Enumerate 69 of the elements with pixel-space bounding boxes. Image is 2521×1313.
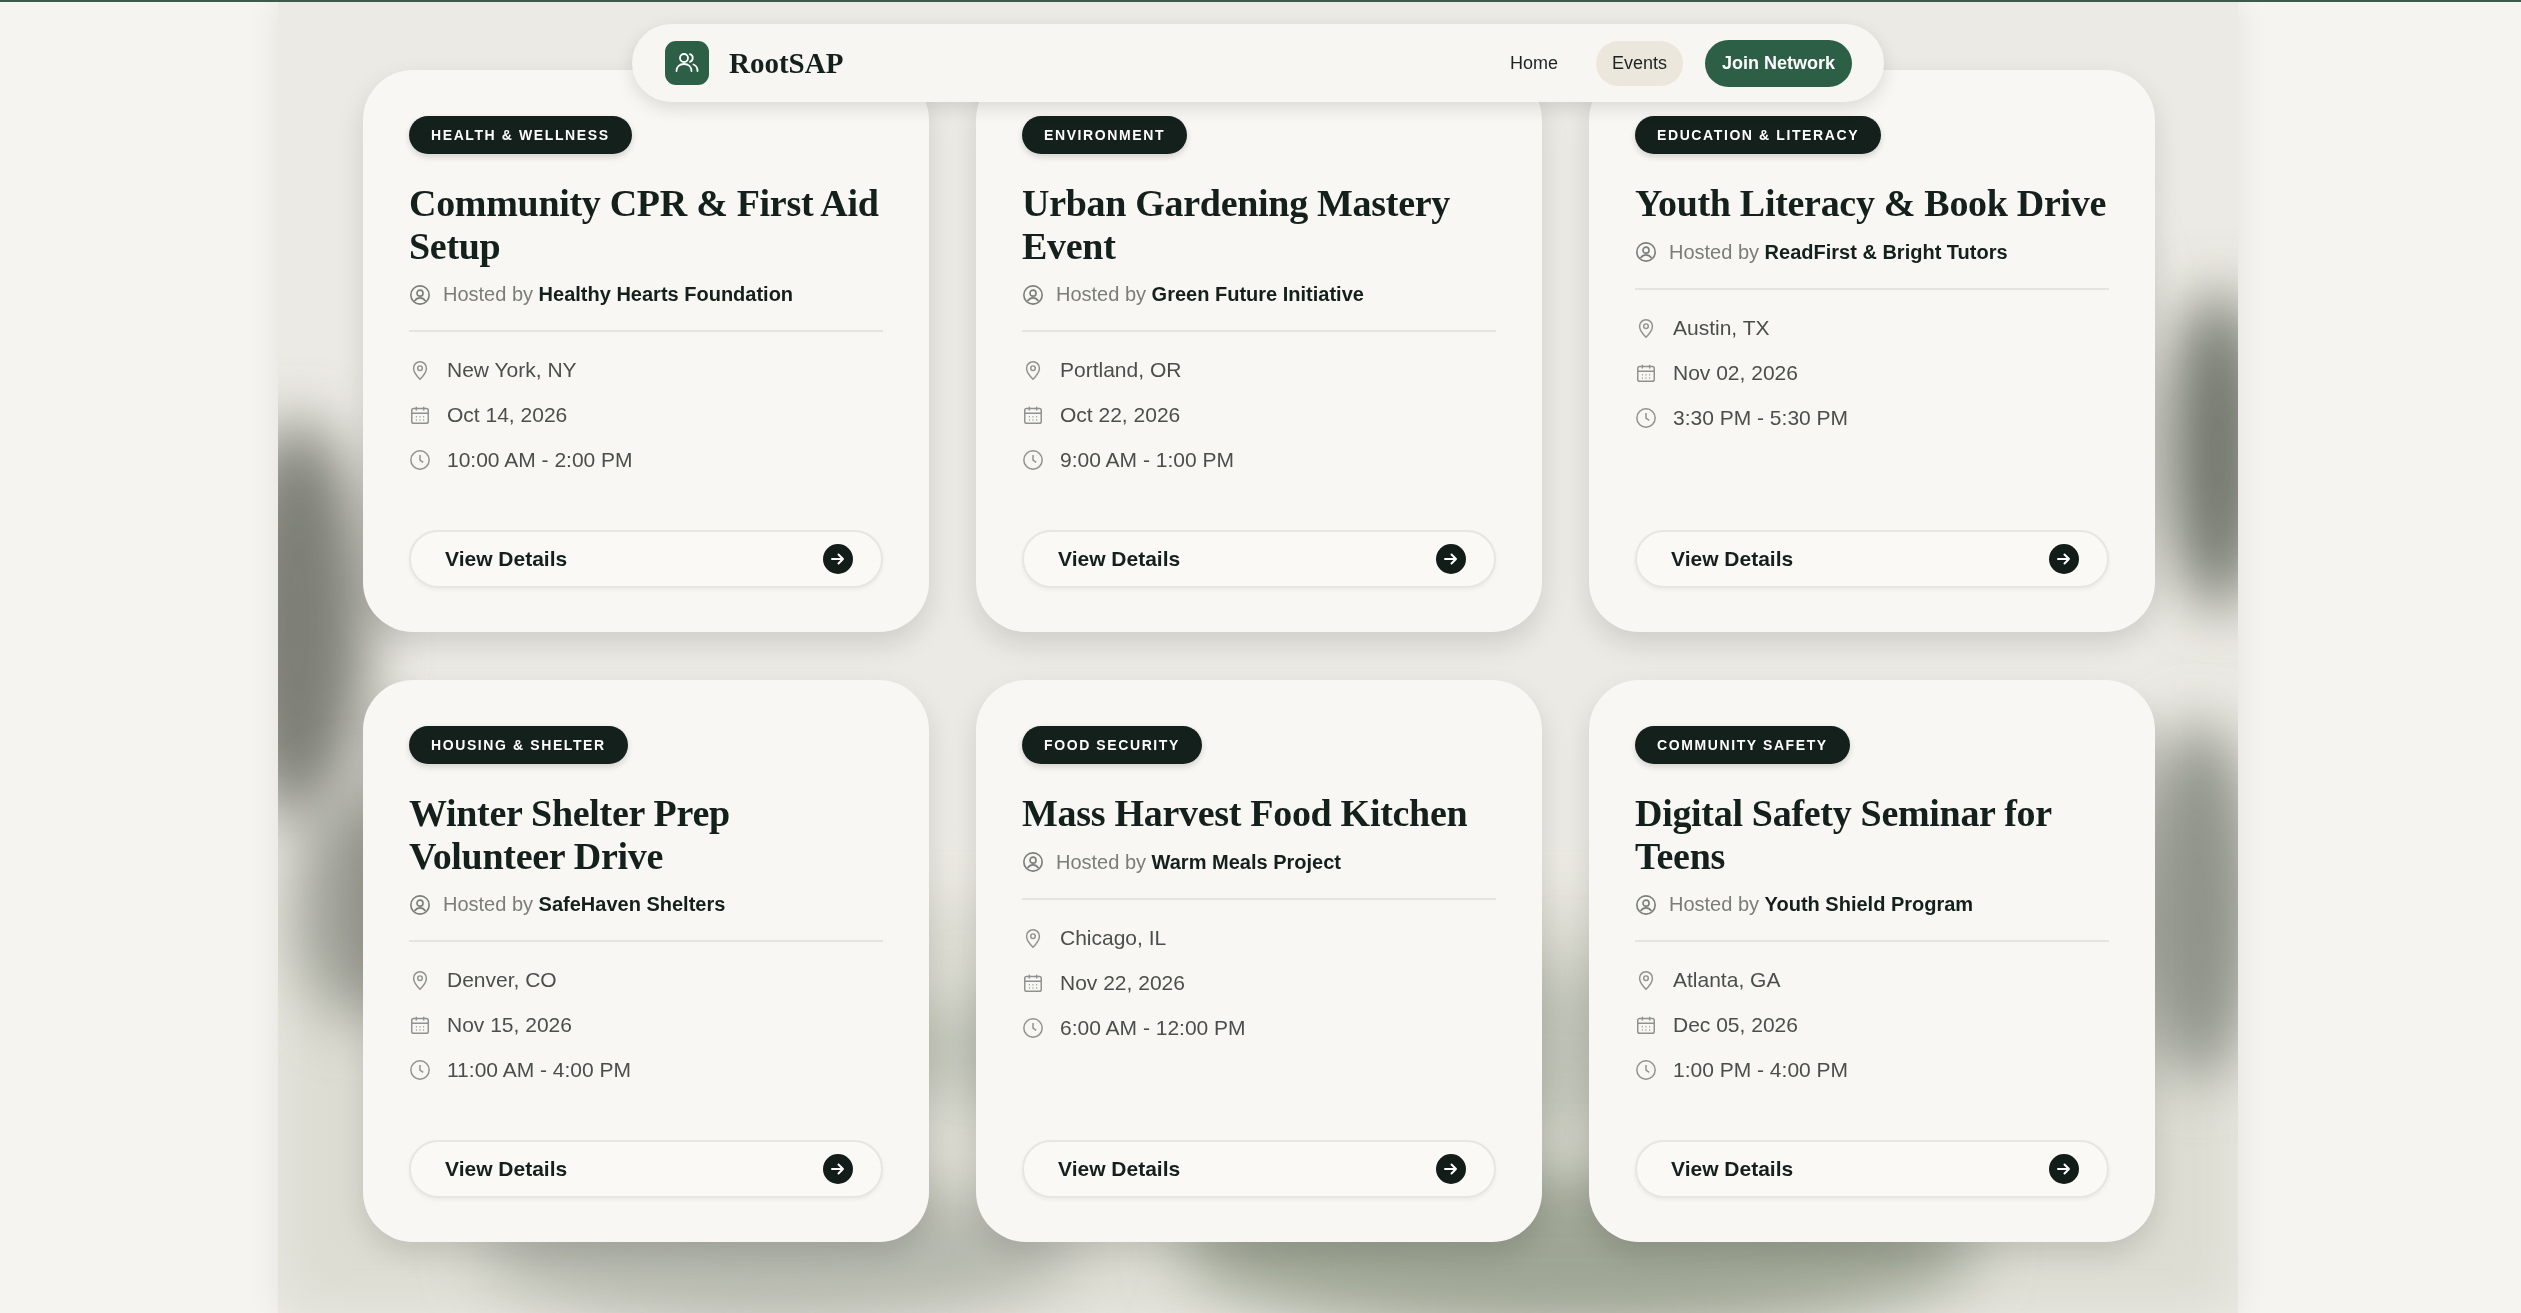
date-text: Oct 22, 2026 bbox=[1060, 403, 1181, 428]
calendar-icon bbox=[409, 1014, 431, 1037]
time-text: 6:00 AM - 12:00 PM bbox=[1060, 1015, 1246, 1040]
event-title: Digital Safety Seminar for Teens bbox=[1635, 792, 2053, 878]
time-text: 1:00 PM - 4:00 PM bbox=[1673, 1058, 1849, 1083]
category-tag: ENVIRONMENT bbox=[1022, 116, 1188, 154]
brand-name: RootSAP bbox=[729, 46, 844, 80]
location-text: Portland, OR bbox=[1060, 358, 1182, 383]
time-text: 3:30 PM - 5:30 PM bbox=[1673, 405, 1849, 430]
event-title: Mass Harvest Food Kitchen bbox=[1022, 792, 1468, 835]
view-details-button[interactable]: View Details bbox=[409, 530, 883, 589]
time-text: 11:00 AM - 4:00 PM bbox=[447, 1058, 632, 1083]
join-network-button[interactable]: Join Network bbox=[1704, 39, 1852, 87]
date-text: Nov 22, 2026 bbox=[1060, 970, 1185, 995]
nav-link[interactable]: Events bbox=[1595, 40, 1683, 86]
view-details-button[interactable]: View Details bbox=[1635, 1140, 2109, 1199]
user-icon bbox=[1635, 893, 1657, 916]
calendar-icon bbox=[409, 404, 431, 427]
host-text: Hosted by Youth Shield Program bbox=[1669, 893, 1974, 917]
location-text: New York, NY bbox=[447, 358, 577, 383]
date-text: Dec 05, 2026 bbox=[1673, 1013, 1798, 1038]
location-text: Denver, CO bbox=[447, 968, 557, 993]
arrow-right-icon bbox=[2049, 1154, 2079, 1185]
arrow-right-icon bbox=[1436, 1154, 1466, 1185]
arrow-right-icon bbox=[823, 544, 853, 575]
host-text: Hosted by SafeHaven Shelters bbox=[443, 893, 726, 917]
host-text: Hosted by ReadFirst & Bright Tutors bbox=[1669, 240, 2008, 264]
view-details-button[interactable]: View Details bbox=[1022, 530, 1496, 589]
clock-icon bbox=[1022, 449, 1044, 472]
host-text: Hosted by Warm Meals Project bbox=[1056, 850, 1341, 874]
user-icon bbox=[1635, 241, 1657, 264]
view-details-button[interactable]: View Details bbox=[1022, 1140, 1496, 1199]
view-details-button[interactable]: View Details bbox=[409, 1140, 883, 1199]
clock-icon bbox=[1635, 406, 1657, 429]
event-title: Winter Shelter Prep Volunteer Drive bbox=[409, 792, 731, 878]
calendar-icon bbox=[1022, 404, 1044, 427]
date-text: Oct 14, 2026 bbox=[447, 403, 568, 428]
host-text: Hosted by Healthy Hearts Foundation bbox=[443, 283, 794, 307]
time-text: 9:00 AM - 1:00 PM bbox=[1060, 448, 1234, 473]
clock-icon bbox=[1022, 1016, 1044, 1039]
event-title: Urban Gardening Mastery Event bbox=[1022, 182, 1451, 268]
nav-link[interactable]: Home bbox=[1493, 40, 1574, 86]
time-text: 10:00 AM - 2:00 PM bbox=[447, 448, 633, 473]
event-title: Community CPR & First Aid Setup bbox=[409, 182, 880, 268]
date-text: Nov 02, 2026 bbox=[1673, 360, 1798, 385]
arrow-right-icon bbox=[1436, 544, 1466, 575]
location-text: Atlanta, GA bbox=[1673, 968, 1781, 993]
date-text: Nov 15, 2026 bbox=[447, 1013, 572, 1038]
location-text: Austin, TX bbox=[1673, 315, 1770, 340]
user-icon bbox=[1022, 851, 1044, 874]
host-text: Hosted by Green Future Initiative bbox=[1056, 283, 1364, 307]
clock-icon bbox=[409, 1059, 431, 1082]
clock-icon bbox=[1635, 1059, 1657, 1082]
calendar-icon bbox=[1635, 1014, 1657, 1037]
people-logo-icon bbox=[665, 41, 709, 85]
category-tag: FOOD SECURITY bbox=[1022, 726, 1202, 765]
category-tag: COMMUNITY SAFETY bbox=[1635, 726, 1850, 765]
arrow-right-icon bbox=[823, 1154, 853, 1185]
user-icon bbox=[409, 893, 431, 916]
event-title: Youth Literacy & Book Drive bbox=[1635, 182, 2107, 225]
user-icon bbox=[409, 283, 431, 306]
category-tag: EDUCATION & LITERACY bbox=[1635, 116, 1882, 154]
category-tag: HEALTH & WELLNESS bbox=[409, 116, 632, 154]
location-text: Chicago, IL bbox=[1060, 925, 1167, 950]
view-details-button[interactable]: View Details bbox=[1635, 530, 2109, 589]
arrow-right-icon bbox=[2049, 544, 2079, 575]
clock-icon bbox=[409, 449, 431, 472]
user-icon bbox=[1022, 283, 1044, 306]
category-tag: HOUSING & SHELTER bbox=[409, 726, 628, 765]
